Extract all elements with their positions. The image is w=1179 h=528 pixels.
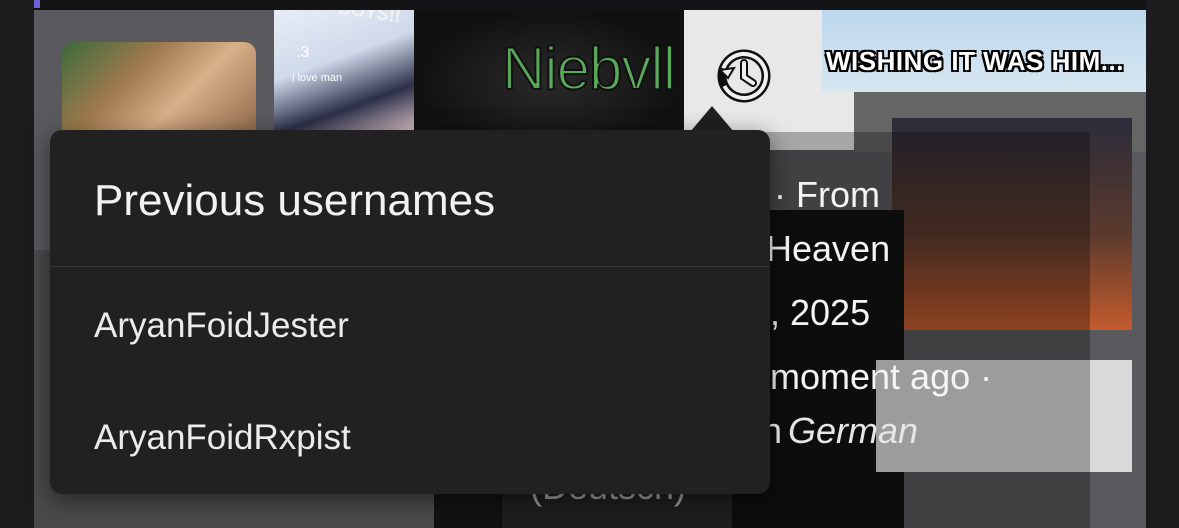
left-edge <box>0 0 34 528</box>
sticker-love-text: i love man <box>292 72 343 84</box>
sticker-small-text: :3 <box>296 44 310 61</box>
profile-detail-line: moment ago · <box>770 356 993 397</box>
popup-arrow <box>690 106 734 132</box>
history-icon[interactable] <box>716 48 772 104</box>
profile-language: German <box>788 410 919 451</box>
previous-usernames-popup: Previous usernames AryanFoidJester Aryan… <box>50 130 770 494</box>
popup-divider <box>50 266 770 267</box>
previous-username-item[interactable]: AryanFoidRxpist <box>94 418 351 458</box>
profile-detail-line: , 2025 <box>770 292 871 333</box>
profile-photo-thumbnail <box>62 42 256 142</box>
previous-username-item[interactable]: AryanFoidJester <box>94 306 349 346</box>
profile-detail-line: Heaven <box>766 228 891 269</box>
username-title: Niebvll <box>501 34 677 103</box>
right-edge <box>1146 0 1179 528</box>
banner-text: WISHING IT WAS HIM... <box>826 46 1124 76</box>
popup-title: Previous usernames <box>94 176 496 225</box>
top-bar <box>0 0 1179 10</box>
accent-mark <box>34 0 40 8</box>
